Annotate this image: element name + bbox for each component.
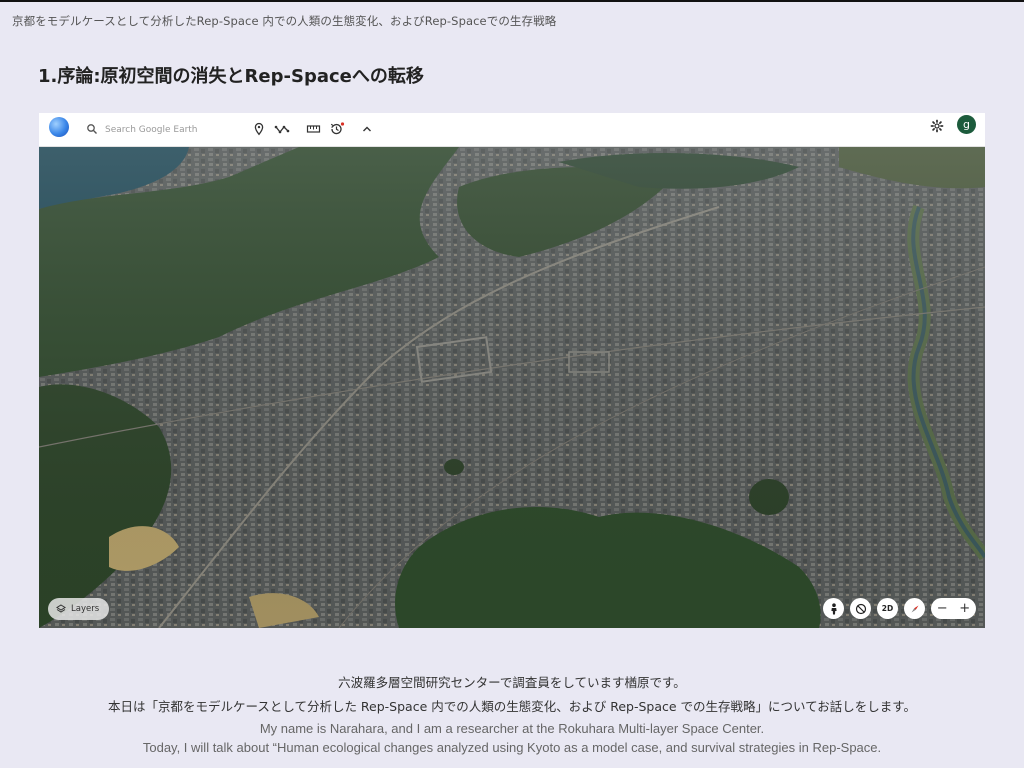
search-input[interactable] bbox=[105, 122, 245, 138]
section-heading: 1.序論:原初空間の消失とRep-Spaceへの転移 bbox=[38, 66, 424, 87]
path-icon[interactable] bbox=[274, 122, 290, 136]
pegman-icon bbox=[830, 602, 837, 614]
caption-jp-line-2: 本日は「京都をモデルケースとして分析した Rep-Space 内での人類の生態変… bbox=[107, 699, 917, 714]
window-top-border bbox=[0, 0, 1024, 2]
google-earth-logo-icon[interactable] bbox=[49, 117, 69, 137]
ruler-icon[interactable] bbox=[306, 122, 321, 136]
user-avatar[interactable]: g bbox=[957, 115, 976, 134]
compass-icon bbox=[911, 605, 918, 612]
layers-label: Layers bbox=[71, 604, 100, 614]
chevron-up-icon[interactable] bbox=[360, 122, 374, 136]
layers-button[interactable]: Layers bbox=[48, 598, 110, 620]
view-2d-button[interactable]: 2D bbox=[877, 598, 898, 619]
caption-jp-line-1: 六波羅多層空間研究センターで調査員をしています楢原です。 bbox=[338, 675, 686, 690]
no-3d-icon bbox=[855, 603, 866, 614]
google-earth-window: g bbox=[39, 113, 985, 628]
street-view-button[interactable] bbox=[823, 598, 844, 619]
search-icon[interactable] bbox=[86, 123, 98, 135]
caption-en-line-1: My name is Narahara, and I am a research… bbox=[259, 721, 765, 736]
caption-en-line-2: Today, I will talk about “Human ecologic… bbox=[142, 740, 882, 755]
zoom-controls: − + bbox=[931, 598, 976, 619]
earth-toolbar: g bbox=[39, 113, 985, 147]
zoom-out-button[interactable]: − bbox=[932, 598, 952, 619]
document-title: 京都をモデルケースとして分析したRep-Space 内での人類の生態変化、および… bbox=[12, 14, 557, 28]
zoom-in-button[interactable]: + bbox=[955, 598, 975, 619]
history-icon[interactable] bbox=[329, 122, 345, 136]
compass-button[interactable] bbox=[904, 598, 925, 619]
gear-icon[interactable] bbox=[930, 119, 944, 133]
pin-icon[interactable] bbox=[252, 122, 266, 136]
satellite-map-view[interactable] bbox=[39, 147, 985, 628]
layers-icon bbox=[56, 604, 66, 613]
disable-3d-button[interactable] bbox=[850, 598, 871, 619]
